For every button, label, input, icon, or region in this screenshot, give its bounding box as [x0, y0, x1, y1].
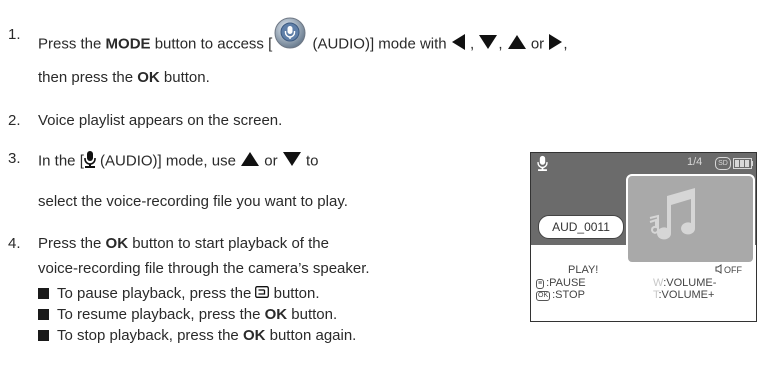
left-arrow-icon: [451, 33, 466, 56]
volume-up-label: :VOLUME+: [658, 289, 715, 301]
step-2-text: Voice playlist appears on the screen.: [38, 112, 283, 129]
step-3-text-b: (AUDIO)] mode, use: [95, 152, 241, 170]
stop-hint-label: :STOP: [552, 289, 585, 301]
down-arrow-icon: [478, 34, 498, 55]
step-2-number: 2.: [8, 112, 21, 129]
screen-preview-area: 1/4 SD AUD_0011: [531, 153, 756, 264]
microphone-icon: [537, 155, 548, 175]
pause-button-icon: [255, 285, 270, 303]
screen-status-bar: 1/4 SD: [531, 153, 756, 175]
speaker-icon: [715, 264, 722, 274]
down-arrow-icon: [282, 151, 302, 172]
step-1-number: 1.: [8, 26, 21, 43]
audio-filename-label: AUD_0011: [538, 215, 624, 239]
step-4-text-a: Press the: [38, 235, 106, 252]
bullet-square-icon: [38, 288, 49, 299]
step-3-text-a: In the [: [38, 152, 84, 170]
battery-icon: [733, 158, 753, 169]
audio-mode-dial-icon: [274, 17, 306, 54]
step-1-end: ,: [563, 35, 568, 53]
step-3-number: 3.: [8, 150, 21, 167]
bullet-pause: To pause playback, press the button.: [38, 285, 320, 303]
step-1-line-2: then press the OK button.: [38, 69, 210, 87]
volume-down-hint: W:VOLUME-: [653, 277, 716, 289]
step-1-line-1: Press the MODE button to access [ (AUDIO…: [38, 17, 568, 63]
speaker-off-indicator: OFF: [715, 264, 742, 276]
up-arrow-icon: [507, 34, 527, 55]
bullet-stop-end: button again.: [265, 327, 357, 344]
bullet-resume: To resume playback, press the OK button.: [38, 306, 337, 324]
step-1-line-2-a: then press the: [38, 69, 138, 86]
ok-key-icon: OK: [536, 291, 551, 301]
bullet-resume-end: button.: [287, 306, 338, 323]
right-arrow-icon: [548, 33, 563, 56]
bullet-square-icon: [38, 330, 49, 341]
microphone-icon: [84, 150, 96, 173]
audio-thumbnail: [626, 174, 755, 264]
step-4-text-b: button to start playback of the: [128, 235, 329, 252]
step-4-number: 4.: [8, 235, 21, 252]
bullet-square-icon: [38, 309, 49, 320]
step-1-text-a: Press the: [38, 35, 106, 53]
bullet-pause-end: button.: [269, 285, 320, 302]
bullet-stop: To stop playback, press the OK button ag…: [38, 327, 356, 345]
ok-label: OK: [137, 69, 160, 86]
w-key-label: W: [653, 277, 664, 289]
up-arrow-icon: [240, 151, 260, 172]
step-4-line-1: Press the OK button to start playback of…: [38, 235, 329, 253]
ok-label: OK: [264, 306, 288, 323]
pause-key-icon: ≡: [536, 279, 545, 289]
step-1-line-2-b: button.: [159, 69, 210, 86]
step-3-text-or: or: [260, 152, 282, 170]
pause-hint-label: :PAUSE: [546, 277, 586, 289]
music-note-icon: [649, 188, 696, 240]
ok-label: OK: [105, 235, 129, 252]
step-3-text-to: to: [301, 152, 319, 170]
step-1-sep-1: ,: [465, 35, 479, 53]
camera-screen: 1/4 SD AUD_0011 PLAY! OFF ≡:PAUSE W:VOLU…: [530, 152, 757, 322]
step-1-sep-3: or: [526, 35, 549, 53]
volume-down-label: :VOLUME-: [663, 277, 717, 289]
bullet-resume-text: To resume playback, press the: [57, 306, 265, 323]
ok-label: OK: [242, 327, 266, 344]
screen-info-area: PLAY! OFF ≡:PAUSE W:VOLUME- OK:STOP T:VO…: [531, 263, 756, 321]
step-4-line-2: voice-recording file through the camera’…: [38, 260, 370, 277]
volume-up-hint: T:VOLUME+: [653, 289, 714, 301]
step-3-line-1: In the [ (AUDIO)] mode, use or to: [38, 150, 318, 173]
step-1-sep-2: ,: [498, 35, 507, 53]
file-counter: 1/4: [687, 156, 703, 168]
sd-card-icon: SD: [715, 157, 731, 170]
playback-status: PLAY!: [568, 264, 599, 276]
bullet-pause-text: To pause playback, press the: [57, 285, 256, 302]
stop-hint: OK:STOP: [536, 289, 585, 301]
speaker-off-label: OFF: [724, 265, 742, 275]
step-3-line-2: select the voice-recording file you want…: [38, 193, 348, 210]
step-1-text-c: (AUDIO)] mode with: [308, 35, 451, 53]
mode-label: MODE: [105, 35, 151, 53]
step-1-text-b: button to access [: [150, 35, 273, 53]
bullet-stop-text: To stop playback, press the: [57, 327, 243, 344]
pause-hint: ≡:PAUSE: [536, 277, 586, 289]
